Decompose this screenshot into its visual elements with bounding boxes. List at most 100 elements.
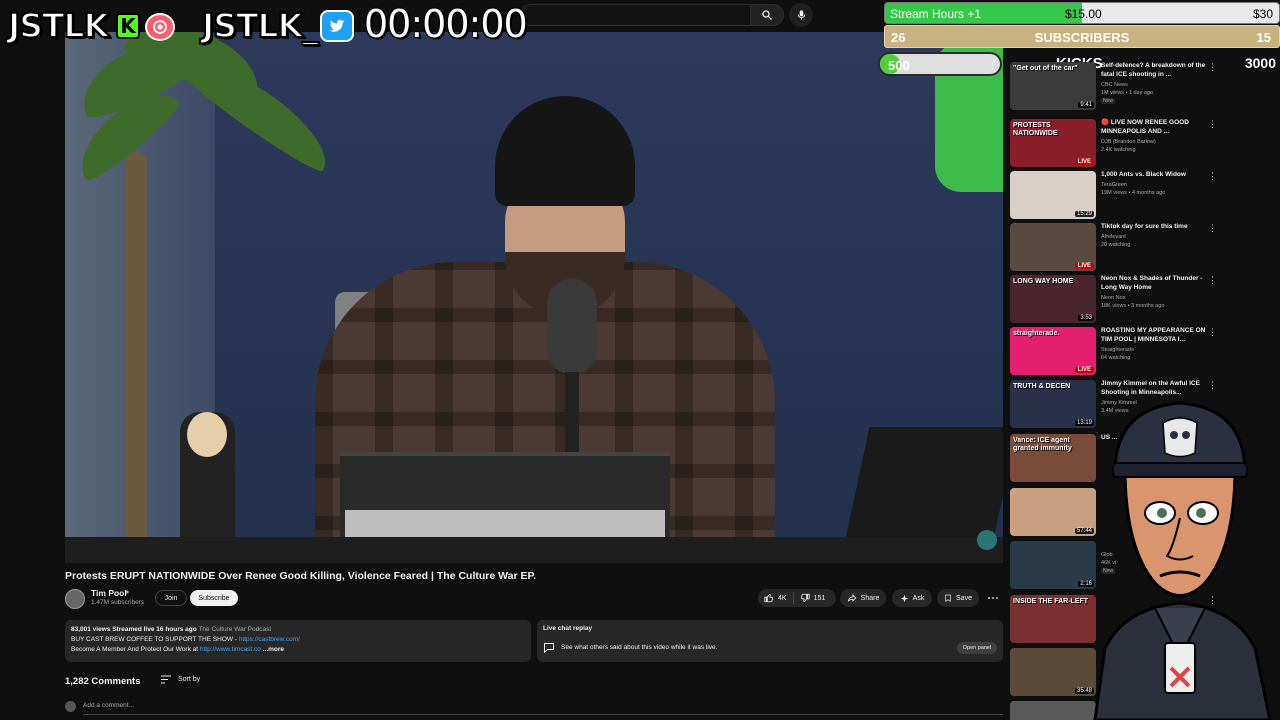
sort-icon bbox=[161, 675, 171, 684]
recommended-video-meta: 2.4K watching bbox=[1101, 147, 1136, 153]
video-thumbnail[interactable]: TRUTH & DECEN 13:19 bbox=[1010, 380, 1096, 428]
sparkle-icon bbox=[900, 594, 908, 602]
subscribe-button[interactable]: Subscribe bbox=[190, 590, 238, 606]
stream-hours-current: $15.00 bbox=[1065, 7, 1102, 21]
recommended-video[interactable]: LIVE Tiktok day for sure this time Afrelev… bbox=[1010, 223, 1270, 271]
video-thumbnail[interactable]: 15:29 bbox=[1010, 171, 1096, 219]
more-vertical-icon[interactable]: ⋮ bbox=[1208, 171, 1217, 182]
add-comment-input[interactable]: Add a comment... bbox=[83, 702, 134, 709]
description-link-castbrew[interactable]: https://castbrew.com/ bbox=[239, 636, 300, 643]
channel-logo-right: JSTLK_ bbox=[201, 5, 320, 46]
share-icon bbox=[847, 594, 856, 602]
more-vertical-icon[interactable]: ⋮ bbox=[1208, 62, 1217, 73]
more-vertical-icon[interactable]: ⋮ bbox=[1208, 380, 1217, 391]
recommended-video[interactable]: 15:29 1,000 Ants vs. Black Widow TeraGreen… bbox=[1010, 171, 1270, 219]
recommended-video-channel[interactable]: DJB (Brandon Barlow) bbox=[1101, 139, 1156, 145]
description-stats: 83,001 views Streamed live 16 hours ago bbox=[71, 626, 197, 633]
live-badge: LIVE bbox=[1074, 159, 1094, 165]
search-icon bbox=[762, 10, 772, 20]
recommended-video-title[interactable]: Jimmy Kimmel on the Awful ICE Shooting i… bbox=[1101, 380, 1211, 397]
video-thumbnail[interactable]: PROTESTS NATIONWIDE LIVE bbox=[1010, 119, 1096, 167]
recommended-video-title[interactable]: Self-defence? A breakdown of the fatal I… bbox=[1101, 62, 1211, 79]
channel-avatar[interactable] bbox=[65, 589, 85, 609]
more-vertical-icon[interactable]: ⋮ bbox=[1208, 275, 1217, 286]
video-thumbnail[interactable]: Vance: ICE agent granted immunity bbox=[1010, 434, 1096, 482]
video-thumbnail[interactable]: LONG WAY HOME 3:53 bbox=[1010, 275, 1096, 323]
video-player[interactable] bbox=[65, 32, 1003, 563]
recommended-video-title[interactable]: 🔴 LIVE NOW RENEE GOOD MINNEAPOLIS AND ..… bbox=[1101, 119, 1211, 136]
voice-search-button[interactable] bbox=[789, 3, 813, 27]
subscribers-goal-bar: 26 SUBSCRIBERS 15 bbox=[884, 25, 1280, 48]
search-input[interactable] bbox=[520, 4, 750, 26]
dislike-button[interactable]: 151 bbox=[794, 589, 832, 607]
recommended-video[interactable]: LONG WAY HOME 3:53 Neon Nox & Shades of Th… bbox=[1010, 275, 1270, 323]
share-button[interactable]: Share bbox=[840, 589, 886, 607]
more-vertical-icon[interactable]: ⋮ bbox=[1208, 223, 1217, 234]
recommended-video-channel[interactable]: Straighterade bbox=[1101, 347, 1134, 353]
new-badge: New bbox=[1101, 98, 1116, 104]
recommended-video-channel[interactable]: Neon Nox bbox=[1101, 295, 1125, 301]
kick-icon: K bbox=[116, 13, 140, 39]
description-link-timcast[interactable]: http://www.timcast.co bbox=[200, 646, 261, 653]
video-thumbnail[interactable]: 2:16 bbox=[1010, 541, 1096, 589]
channel-logo-left: JSTLK bbox=[7, 5, 110, 46]
video-thumbnail[interactable]: "Get out of the car" 9:41 bbox=[1010, 62, 1096, 110]
recommended-video-channel[interactable]: Afrelevant bbox=[1101, 234, 1126, 240]
join-button[interactable]: Join bbox=[155, 590, 187, 606]
sort-by-button[interactable]: Sort by bbox=[160, 675, 200, 684]
more-vertical-icon[interactable]: ⋮ bbox=[1208, 119, 1217, 130]
recommended-video-title[interactable]: Tiktok day for sure this time bbox=[1101, 223, 1211, 232]
video-duration: 9:41 bbox=[1078, 102, 1094, 108]
recommended-video[interactable]: PROTESTS NATIONWIDE LIVE 🔴 LIVE NOW RENEE … bbox=[1010, 119, 1270, 167]
recommended-video-title[interactable]: ROASTING MY APPEARANCE ON TIM POOL | MIN… bbox=[1101, 327, 1211, 344]
stream-hours-label: Stream Hours +1 bbox=[890, 7, 982, 21]
description-podcast-link[interactable]: The Culture War Podcast bbox=[198, 626, 271, 633]
thumbnail-text: LONG WAY HOME bbox=[1013, 278, 1074, 285]
chat-bubble-icon bbox=[544, 643, 554, 653]
description-more-button[interactable]: ...more bbox=[263, 646, 284, 653]
recommended-video-title[interactable]: 1,000 Ants vs. Black Widow bbox=[1101, 171, 1211, 180]
thumbs-down-icon bbox=[800, 593, 810, 603]
stream-hours-goal-bar: Stream Hours +1 $15.00 $30 bbox=[884, 2, 1280, 24]
video-description[interactable]: 83,001 views Streamed live 16 hours ago … bbox=[65, 620, 531, 662]
ask-button[interactable]: Ask bbox=[892, 589, 932, 607]
open-panel-button[interactable]: Open panel bbox=[957, 642, 997, 654]
video-figurine-head bbox=[187, 412, 227, 457]
subscribers-goal: 15 bbox=[1256, 30, 1271, 45]
video-thumbnail[interactable]: LIVE bbox=[1010, 223, 1096, 271]
recommended-video-meta: 64 watching bbox=[1101, 355, 1131, 361]
channel-name[interactable]: Tim Pool bbox=[91, 588, 127, 598]
stream-timer: 00:00:00 bbox=[364, 2, 528, 46]
mascot-character-overlay bbox=[1093, 401, 1272, 720]
recommended-video-meta: 1M views • 1 day ago bbox=[1101, 90, 1154, 96]
search-button[interactable] bbox=[750, 4, 784, 26]
more-actions-button[interactable] bbox=[984, 589, 1002, 607]
video-thumbnail[interactable]: 57:44 bbox=[1010, 488, 1096, 536]
comments-count: 1,282 Comments bbox=[65, 676, 141, 687]
video-thumbnail[interactable] bbox=[1010, 701, 1096, 720]
video-thumbnail[interactable]: 35:48 bbox=[1010, 648, 1096, 696]
video-thumbnail[interactable]: INSIDE THE FAR-LEFT bbox=[1010, 595, 1096, 643]
recommended-video[interactable]: "Get out of the car" 9:41 Self-defence? A … bbox=[1010, 62, 1270, 110]
description-line-1: BUY CAST BREW COFFEE TO SUPPORT THE SHOW… bbox=[71, 636, 239, 643]
video-thumbnail[interactable]: straighterade. LIVE bbox=[1010, 327, 1096, 375]
recommended-video[interactable]: straighterade. LIVE ROASTING MY APPEARANCE… bbox=[1010, 327, 1270, 375]
thumbnail-text: Vance: ICE agent granted immunity bbox=[1013, 437, 1072, 452]
live-badge: LIVE bbox=[1074, 367, 1094, 373]
thumbnail-text: "Get out of the car" bbox=[1013, 65, 1078, 72]
recommended-video-meta: 19M views • 4 months ago bbox=[1101, 190, 1166, 196]
video-desk bbox=[65, 537, 1003, 563]
recommended-video-title[interactable]: Neon Nox & Shades of Thunder - Long Way … bbox=[1101, 275, 1211, 292]
more-vertical-icon[interactable]: ⋮ bbox=[1208, 327, 1217, 338]
save-button[interactable]: Save bbox=[937, 589, 979, 607]
description-line-2: Become A Member And Protect Our Work at bbox=[71, 646, 200, 653]
kicks-progress-track: 500 bbox=[878, 52, 1002, 76]
comment-input-underline bbox=[83, 714, 1003, 715]
like-button[interactable]: 4K bbox=[758, 589, 793, 607]
verified-icon: ● bbox=[125, 589, 130, 596]
thumbnail-text: TRUTH & DECEN bbox=[1013, 383, 1071, 390]
video-host-beanie bbox=[495, 96, 635, 206]
bookmark-icon bbox=[945, 594, 951, 602]
recommended-video-channel[interactable]: CBC News bbox=[1101, 82, 1128, 88]
recommended-video-channel[interactable]: TeraGreen bbox=[1101, 182, 1127, 188]
